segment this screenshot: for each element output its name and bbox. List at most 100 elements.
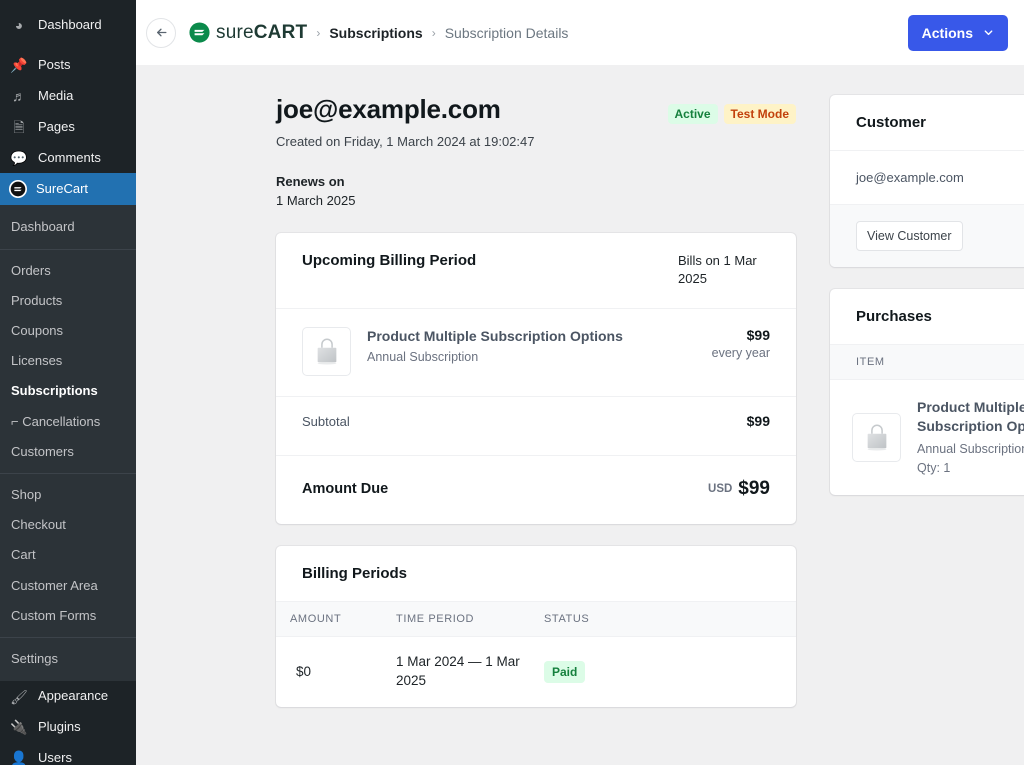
customer-card: Customer joe@example.com View Customer <box>830 95 1024 267</box>
comment-icon: 💬 <box>10 150 28 166</box>
status-badge: Active <box>667 104 718 124</box>
purchase-sub: Annual Subscription <box>917 441 1024 456</box>
submenu-divider <box>0 636 136 638</box>
billing-periods-table: AMOUNT TIME PERIOD STATUS $0 1 Mar 2024 … <box>276 601 796 707</box>
amount-due-row: Amount Due USD $99 <box>276 455 796 524</box>
sidebar-subitem-coupons[interactable]: Coupons <box>0 316 136 346</box>
card-header: Upcoming Billing Period Bills on 1 Mar 2… <box>276 233 796 310</box>
title-row: joe@example.com Active Test Mode <box>276 94 796 125</box>
sidebar-subitem-licenses[interactable]: Licenses <box>0 346 136 376</box>
breadcrumb-subscriptions[interactable]: Subscriptions <box>329 25 422 41</box>
sidebar-subitem-dashboard[interactable]: Dashboard <box>0 212 136 242</box>
wp-admin-sidebar[interactable]: ◕ Dashboard 📌 Posts ♬ Media 🗎 Pages 💬 Co… <box>0 0 144 765</box>
brand-wordmark: sureCART <box>216 22 307 44</box>
sidebar-subitem-custom-forms[interactable]: Custom Forms <box>0 601 136 631</box>
sidebar-item-posts[interactable]: 📌 Posts <box>0 50 136 81</box>
amount-due-value-wrap: USD $99 <box>708 478 770 500</box>
sidebar-subitem-cart[interactable]: Cart <box>0 540 136 570</box>
subtotal-value: $99 <box>746 413 770 430</box>
purchase-body: Product Multiple Subscription Options An… <box>917 398 1024 477</box>
table-body: $0 1 Mar 2024 — 1 Mar 2025 Paid <box>276 637 796 707</box>
customer-card-footer: View Customer <box>830 205 1024 267</box>
renews-label: Renews on <box>276 173 345 189</box>
sidebar-item-label: Plugins <box>38 718 81 734</box>
cell-amount: $0 <box>296 663 312 679</box>
page-body: joe@example.com Active Test Mode Created… <box>136 65 1024 765</box>
cell-time-period: 1 Mar 2024 — 1 Mar 2025 <box>396 654 520 689</box>
sidebar-item-appearance[interactable]: 🖌 Appearance <box>0 681 136 712</box>
amount-due-label: Amount Due <box>302 481 389 498</box>
cell-status: Paid <box>534 637 796 707</box>
sidebar-item-label: Pages <box>38 118 75 134</box>
page-title: joe@example.com <box>276 94 501 124</box>
line-item-price: $99 every year <box>702 327 770 360</box>
sidebar-subitem-shop[interactable]: Shop <box>0 480 136 510</box>
page-header: joe@example.com Active Test Mode Created… <box>276 94 796 233</box>
surecart-submenu[interactable]: Dashboard Orders Products Coupons Licens… <box>0 205 136 682</box>
tote-bag-image <box>317 338 336 365</box>
pin-icon: 📌 <box>10 57 28 74</box>
actions-button-label: Actions <box>921 24 973 41</box>
sidebar-divider <box>0 41 136 50</box>
currency-code: USD <box>708 483 733 496</box>
sidebar-subitem-products[interactable]: Products <box>0 286 136 316</box>
brand-word-bold: CART <box>253 21 308 43</box>
upcoming-billing-card: Upcoming Billing Period Bills on 1 Mar 2… <box>276 232 796 525</box>
sidebar-item-comments[interactable]: 💬 Comments <box>0 143 136 174</box>
view-customer-button[interactable]: View Customer <box>856 221 963 251</box>
sidebar-item-users[interactable]: 👤 Users <box>0 743 136 765</box>
submenu-divider <box>0 472 136 474</box>
brush-icon: 🖌 <box>10 688 28 705</box>
product-thumbnail <box>852 413 901 463</box>
sidebar-item-pages[interactable]: 🗎 Pages <box>0 112 136 143</box>
plug-icon: 🔌 <box>10 719 28 736</box>
card-header: Purchases <box>830 289 1024 345</box>
sidebar-item-label: Comments <box>38 149 101 165</box>
sidebar-item-dashboard[interactable]: ◕ Dashboard <box>0 10 136 41</box>
bills-on-text: Bills on 1 Mar 2025 <box>678 252 757 287</box>
table-header-row: AMOUNT TIME PERIOD STATUS <box>276 601 796 638</box>
purchase-name: Product Multiple Subscription Options <box>917 399 1024 434</box>
back-button[interactable] <box>146 17 176 48</box>
amount-due-value: $99 <box>738 478 770 500</box>
breadcrumb: sureCART › Subscriptions › Subscription … <box>189 22 568 44</box>
card-header: Billing Periods <box>276 546 796 601</box>
line-item-interval: every year <box>711 346 770 361</box>
user-icon: 👤 <box>10 750 28 765</box>
status-badge: Paid <box>544 661 586 684</box>
status-badges: Active Test Mode <box>667 95 796 124</box>
line-item-body: Product Multiple Subscription Options An… <box>367 327 686 364</box>
line-item-amount: $99 <box>746 327 770 344</box>
table-head: AMOUNT TIME PERIOD STATUS <box>276 601 796 638</box>
card-header: Customer <box>830 95 1024 151</box>
sidebar-subitem-customers[interactable]: Customers <box>0 437 136 467</box>
sidebar-item-plugins[interactable]: 🔌 Plugins <box>0 712 136 743</box>
sidebar-item-surecart[interactable]: SureCart <box>0 173 144 206</box>
purchase-row: Product Multiple Subscription Options An… <box>830 380 1024 495</box>
card-title: Customer <box>856 114 927 131</box>
dashboard-icon: ◕ <box>14 17 24 34</box>
actions-button[interactable]: Actions <box>907 14 1008 51</box>
column-header-amount: AMOUNT <box>276 601 386 638</box>
surecart-brand[interactable]: sureCART <box>189 22 307 44</box>
subtotal-row: Subtotal $99 <box>276 396 796 445</box>
product-thumbnail <box>302 327 351 377</box>
main-column: joe@example.com Active Test Mode Created… <box>276 94 796 765</box>
sidebar-item-label: SureCart <box>36 181 89 196</box>
sidebar-subitem-subscriptions[interactable]: Subscriptions <box>0 376 130 406</box>
card-title: Billing Periods <box>302 565 408 583</box>
sidebar-subitem-cancellations[interactable]: ⌐ Cancellations <box>0 407 136 437</box>
subtotal-label: Subtotal <box>302 413 350 429</box>
sidebar-subitem-settings[interactable]: Settings <box>0 644 136 674</box>
sidebar-subitem-orders[interactable]: Orders <box>0 256 136 286</box>
sidebar-subitem-customer-area[interactable]: Customer Area <box>0 571 136 601</box>
breadcrumb-current: Subscription Details <box>444 24 569 41</box>
top-header-bar: sureCART › Subscriptions › Subscription … <box>136 0 1024 65</box>
breadcrumb-separator-icon: › <box>431 25 436 40</box>
billing-periods-card: Billing Periods AMOUNT TIME PERIOD STATU… <box>276 546 796 708</box>
sidebar-item-media[interactable]: ♬ Media <box>0 81 136 112</box>
brand-word-light: sure <box>216 21 254 43</box>
table-row[interactable]: $0 1 Mar 2024 — 1 Mar 2025 Paid <box>276 637 796 707</box>
sidebar-subitem-checkout[interactable]: Checkout <box>0 510 136 540</box>
